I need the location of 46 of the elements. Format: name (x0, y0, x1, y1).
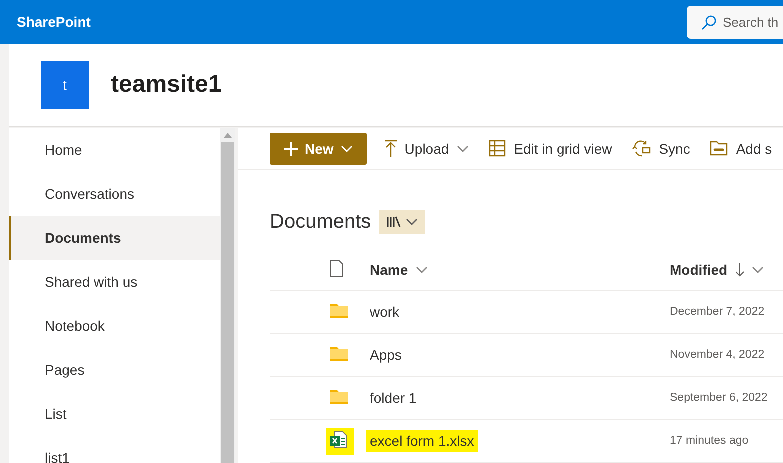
site-title[interactable]: teamsite1 (111, 71, 222, 99)
folder-link-icon (710, 140, 728, 157)
view-switcher[interactable] (379, 210, 426, 234)
plus-icon (284, 142, 298, 156)
toolbar-button[interactable]: Edit in grid view (481, 132, 620, 164)
file-name[interactable]: Apps (366, 344, 406, 366)
chevron-down-icon (752, 266, 764, 274)
library-title: Documents (270, 210, 372, 234)
spreadsheet-icon (330, 430, 348, 448)
library-icon (386, 216, 401, 228)
document-icon (330, 260, 344, 277)
file-name[interactable]: excel form 1.xlsx (366, 430, 478, 452)
column-header[interactable]: Modified (670, 262, 764, 278)
nav-item[interactable]: List (9, 392, 220, 436)
column-header[interactable]: Name (370, 262, 428, 278)
nav-item[interactable]: Home (9, 128, 220, 172)
toolbar-button[interactable]: Upload (376, 132, 478, 164)
chevron-down-icon (416, 266, 428, 274)
scroll-up-icon[interactable] (224, 133, 232, 138)
folder-icon (330, 304, 348, 318)
new-button[interactable]: New (270, 132, 367, 164)
folder-icon (330, 390, 348, 404)
nav-item[interactable]: Pages (9, 348, 220, 392)
nav-item[interactable]: Notebook (9, 304, 220, 348)
search-icon (701, 14, 717, 30)
toolbar-button[interactable]: Add s (702, 132, 780, 164)
nav-item[interactable]: Documents (9, 216, 220, 260)
modified-date: 17 minutes ago (670, 435, 749, 447)
upload-arrow-icon (384, 140, 397, 157)
file-name[interactable]: folder 1 (366, 387, 421, 409)
nav-item[interactable]: Shared with us (9, 260, 220, 304)
modified-date: November 4, 2022 (670, 349, 765, 361)
scrollbar[interactable] (220, 128, 235, 463)
chevron-down-icon (406, 218, 418, 226)
nav-item[interactable]: Conversations (9, 172, 220, 216)
sync-icon (632, 140, 652, 157)
file-name[interactable]: work (366, 301, 404, 323)
grid-icon (489, 140, 506, 157)
site-logo[interactable]: t (41, 61, 89, 109)
app-name[interactable]: SharePoint (17, 14, 91, 30)
folder-icon (330, 346, 348, 360)
modified-date: September 6, 2022 (670, 392, 768, 404)
search-field[interactable]: Search th (687, 6, 783, 38)
modified-date: December 7, 2022 (670, 306, 765, 318)
nav-item[interactable]: list1 (9, 436, 220, 463)
toolbar-button[interactable]: Sync (624, 132, 698, 164)
